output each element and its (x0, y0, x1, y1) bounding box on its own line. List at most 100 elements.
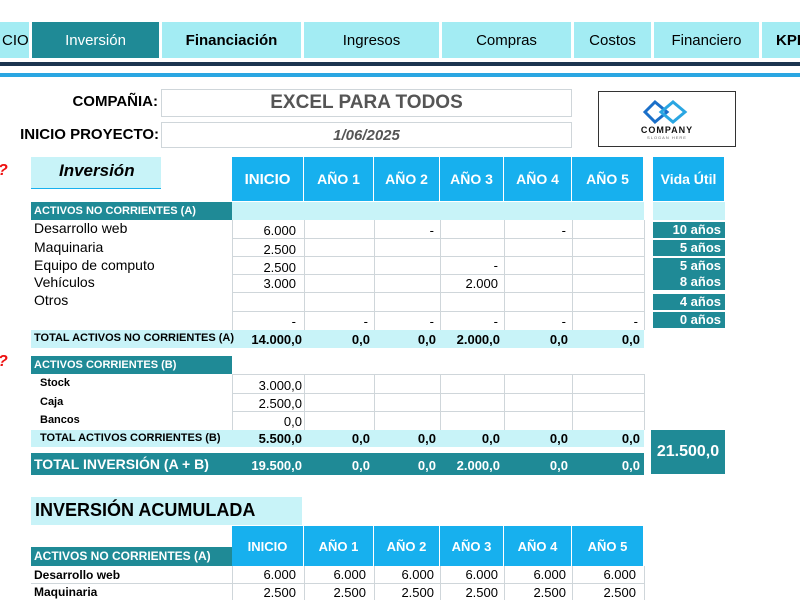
col-inicio: INICIO (232, 157, 304, 201)
cell-value[interactable]: 2.500 (304, 585, 366, 600)
cell-value[interactable]: 2.500 (232, 585, 296, 600)
cell-value[interactable]: 6.000 (304, 567, 366, 582)
row-label: Otros (34, 292, 69, 308)
cell-value[interactable]: 0,0 (232, 414, 302, 429)
cell-value[interactable]: - (504, 223, 566, 238)
cell-value[interactable]: 2.500 (374, 585, 434, 600)
tab-inicio[interactable]: CIO (0, 22, 30, 58)
vida-util-cell[interactable]: 8 años (653, 274, 725, 290)
cell-value[interactable]: 6.000 (504, 567, 566, 582)
tab-financiero[interactable]: Financiero (654, 22, 760, 58)
logo-text: COMPANY (640, 124, 694, 135)
start-date-field[interactable]: 1/06/2025 (161, 122, 572, 148)
col-ano5: AÑO 5 (572, 157, 644, 201)
logo-tagline: SLOGAN HERE (647, 134, 687, 140)
cell-value[interactable]: 2.500 (504, 585, 566, 600)
vida-util-cell[interactable]: 0 años (653, 312, 725, 328)
vida-util-cell[interactable]: 10 años (653, 222, 725, 238)
col-ano4: AÑO 4 (504, 157, 572, 201)
tab-inversion[interactable]: Inversión (32, 22, 160, 58)
cell-value[interactable]: 2.000 (440, 276, 498, 291)
total-value: 0,0 (351, 431, 370, 446)
vida-util-cell[interactable]: 5 años (653, 258, 725, 274)
help-icon[interactable]: ? (0, 353, 8, 371)
total-value: 0,0 (417, 431, 436, 446)
total-value: 2.000,0 (456, 332, 500, 347)
acum-col-ano1: AÑO 1 (304, 526, 374, 566)
divider-blue (0, 73, 800, 77)
cell-value[interactable]: 2.500 (232, 260, 296, 275)
vida-util-cell[interactable]: 4 años (653, 294, 725, 310)
cell-value[interactable]: 2.500,0 (232, 396, 302, 411)
life-header-spacer (653, 202, 725, 220)
acum-col-ano4: AÑO 4 (504, 526, 572, 566)
company-field[interactable]: EXCEL PARA TODOS (161, 89, 572, 117)
vida-util-cell[interactable]: 5 años (653, 240, 725, 256)
divider-dark (0, 62, 800, 66)
logo-icon (642, 99, 688, 124)
row-label: Bancos (40, 414, 80, 426)
cell-value[interactable]: - (572, 314, 638, 329)
col-ano3: AÑO 3 (440, 157, 504, 201)
total-value: 0,0 (417, 332, 436, 347)
acumulada-title: INVERSIÓN ACUMULADA (31, 497, 302, 525)
cell-value[interactable]: 6.000 (572, 567, 636, 582)
total-value: 0,0 (417, 458, 436, 473)
tab-ingresos[interactable]: Ingresos (304, 22, 440, 58)
tab-costos[interactable]: Costos (574, 22, 652, 58)
cell-value[interactable]: 6.000 (374, 567, 434, 582)
total-value: 0,0 (621, 431, 640, 446)
company-label: COMPAÑIA: (72, 93, 158, 110)
row-label: Desarrollo web (34, 568, 121, 582)
total-value: 0,0 (351, 458, 370, 473)
row-label: Stock (40, 377, 70, 389)
inversion-title: Inversión (31, 157, 161, 189)
acum-col-inicio: INICIO (232, 526, 304, 566)
col-ano2: AÑO 2 (374, 157, 440, 201)
total-value: 0,0 (549, 332, 568, 347)
total-value: 0,0 (549, 458, 568, 473)
cell-value[interactable]: 6.000 (232, 223, 296, 238)
cell-value[interactable]: - (304, 314, 368, 329)
cell-value[interactable]: - (504, 314, 566, 329)
total-value: 0,0 (481, 431, 500, 446)
acum-col-ano2: AÑO 2 (374, 526, 440, 566)
cell-value[interactable]: 2.500 (440, 585, 498, 600)
total-value: 5.500,0 (258, 431, 302, 446)
row-label: Desarrollo web (34, 220, 128, 236)
row-label: Caja (40, 396, 64, 408)
company-logo: COMPANY SLOGAN HERE (598, 91, 736, 147)
total-value: 2.000,0 (456, 458, 500, 473)
section-b-label: ACTIVOS CORRIENTES (B) (31, 356, 232, 374)
total-value: 0,0 (549, 431, 568, 446)
row-label: Vehículos (34, 274, 95, 290)
cell-value[interactable]: 6.000 (440, 567, 498, 582)
tab-kpi[interactable]: KPI (762, 22, 800, 58)
start-date-label: INICIO PROYECTO: (20, 126, 159, 143)
cell-value[interactable]: - (374, 314, 434, 329)
acum-col-ano5: AÑO 5 (572, 526, 644, 566)
col-ano1: AÑO 1 (304, 157, 374, 201)
grand-total: 21.500,0 (651, 430, 725, 474)
cell-value[interactable]: - (374, 223, 434, 238)
total-value: 0,0 (351, 332, 370, 347)
cell-value[interactable]: 2.500 (572, 585, 636, 600)
tab-financiacion[interactable]: Financiación (162, 22, 302, 58)
tab-compras[interactable]: Compras (442, 22, 572, 58)
section-a-label: ACTIVOS NO CORRIENTES (A) (31, 202, 232, 220)
total-value: 19.500,0 (251, 458, 302, 473)
total-value: 0,0 (621, 458, 640, 473)
row-label: Maquinaria (34, 239, 104, 255)
cell-value[interactable]: - (232, 314, 296, 329)
total-inversion-label: TOTAL INVERSIÓN (A + B) (34, 456, 209, 472)
row-label: Equipo de computo (34, 257, 155, 273)
cell-value[interactable]: 3.000 (232, 276, 296, 291)
col-vida-util: Vida Útil (653, 157, 725, 201)
cell-value[interactable]: - (440, 314, 498, 329)
acum-section-label: ACTIVOS NO CORRIENTES (A) (31, 547, 232, 566)
cell-value[interactable]: 6.000 (232, 567, 296, 582)
cell-value[interactable]: 3.000,0 (232, 378, 302, 393)
cell-value[interactable]: 2.500 (232, 242, 296, 257)
help-icon[interactable]: ? (0, 162, 8, 180)
cell-value[interactable]: - (440, 258, 498, 273)
